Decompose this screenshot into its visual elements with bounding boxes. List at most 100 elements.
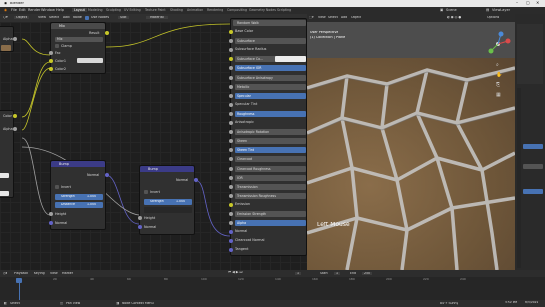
bsdf-input-socket[interactable] bbox=[229, 230, 233, 235]
tab-compositing[interactable]: Compositing bbox=[227, 8, 247, 12]
blender-menu-icon[interactable]: ◉ bbox=[4, 8, 7, 12]
bump1-normal-in-socket[interactable] bbox=[49, 221, 53, 225]
viewport-options[interactable]: Options bbox=[487, 16, 499, 19]
bump-node-1[interactable]: Bump Normal Invert Strength 1.000 Distan… bbox=[49, 160, 109, 230]
bump-node-2[interactable]: Bump Normal Invert Strength 1.000 Height… bbox=[138, 165, 198, 235]
bsdf-input-row[interactable]: Sheen bbox=[235, 138, 306, 145]
material-selector[interactable]: Material bbox=[146, 16, 168, 20]
bsdf-input-row[interactable]: Anisotropic Rotation bbox=[235, 129, 306, 136]
tab-uv-editing[interactable]: UV Editing bbox=[124, 8, 141, 12]
outliner-region[interactable] bbox=[517, 24, 543, 84]
tab-geometry-nodes[interactable]: Geometry Nodes bbox=[249, 8, 276, 12]
bsdf-input-socket[interactable] bbox=[229, 57, 233, 62]
close-icon[interactable]: ✕ bbox=[536, 1, 539, 5]
bsdf-input-socket[interactable] bbox=[229, 84, 233, 89]
maximize-icon[interactable]: ▢ bbox=[526, 1, 530, 5]
mix-result-socket[interactable] bbox=[105, 31, 109, 35]
viewport-menu-select[interactable]: Select bbox=[328, 16, 338, 19]
bsdf-input-row[interactable]: Specular Tint bbox=[235, 102, 257, 106]
bsdf-input-row[interactable]: IOR bbox=[235, 174, 306, 181]
menu-help[interactable]: Help bbox=[56, 8, 64, 12]
timeline-menu-marker[interactable]: Marker bbox=[62, 272, 73, 275]
bsdf-input-row[interactable]: Subsurface Radius bbox=[235, 47, 266, 51]
bsdf-input-row[interactable]: Transmission Roughness bbox=[235, 192, 306, 199]
material-property-blue[interactable] bbox=[523, 189, 543, 194]
bump2-strength-slider[interactable]: Strength 1.000 bbox=[144, 199, 192, 205]
bsdf-input-socket[interactable] bbox=[229, 221, 233, 226]
timeline-menu-view[interactable]: View bbox=[50, 272, 58, 275]
bsdf-input-socket[interactable] bbox=[229, 93, 233, 98]
bump1-strength-slider[interactable]: Strength 1.000 bbox=[55, 194, 103, 200]
tab-modeling[interactable]: Modeling bbox=[88, 8, 103, 12]
bsdf-input-row[interactable]: Roughness bbox=[235, 110, 306, 117]
bsdf-input-row[interactable]: Base Color bbox=[235, 29, 253, 33]
playback-controls[interactable]: ⏮ ◀ ▶ ⏭ bbox=[228, 271, 243, 274]
bump1-distance-slider[interactable]: Distance 1.000 bbox=[55, 202, 103, 208]
menu-render[interactable]: Render bbox=[28, 8, 40, 12]
white-swatch-2[interactable] bbox=[0, 191, 9, 196]
properties-tabs[interactable] bbox=[517, 88, 521, 268]
bsdf-input-row[interactable]: Subsurface bbox=[235, 38, 306, 45]
bump2-normal-out-socket[interactable] bbox=[194, 178, 198, 182]
bsdf-input-socket[interactable] bbox=[229, 75, 233, 80]
bsdf-input-socket[interactable] bbox=[229, 102, 233, 107]
timeline-editor[interactable]: ◷▾ Playback Keying View Marker ⏮ ◀ ▶ ⏭ 1… bbox=[0, 270, 545, 300]
color-swatch[interactable] bbox=[1, 45, 11, 51]
menu-select[interactable]: Select bbox=[49, 16, 59, 19]
scene-name[interactable]: Scene bbox=[446, 8, 457, 12]
texture-node-partial-1[interactable]: Alpha bbox=[0, 26, 17, 52]
viewport-editor-icon[interactable]: ⬚▾ bbox=[309, 16, 314, 19]
color2-socket[interactable] bbox=[49, 67, 53, 71]
principled-bsdf-node[interactable]: Random Walk Base Color Subsurface Subsurfa… bbox=[229, 18, 307, 256]
alpha-socket-2[interactable] bbox=[13, 127, 17, 131]
bump2-distance-field[interactable] bbox=[144, 207, 192, 213]
menu-edit[interactable]: Edit bbox=[19, 8, 26, 12]
bsdf-input-row[interactable]: Emission Strength bbox=[235, 211, 306, 217]
bsdf-input-socket[interactable] bbox=[229, 175, 233, 180]
use-nodes-checkbox[interactable] bbox=[85, 16, 89, 20]
timeline-menu-keying[interactable]: Keying bbox=[34, 272, 45, 275]
timeline-menu-playback[interactable]: Playback bbox=[14, 272, 28, 275]
bsdf-input-socket[interactable] bbox=[229, 30, 233, 34]
alpha-socket[interactable] bbox=[13, 37, 17, 41]
bsdf-input-socket[interactable] bbox=[229, 111, 233, 116]
tab-rendering[interactable]: Rendering bbox=[207, 8, 223, 12]
bsdf-input-row[interactable]: Subsurface IOR bbox=[235, 65, 306, 72]
slot-dropdown[interactable]: Slot bbox=[118, 16, 129, 20]
bsdf-input-row[interactable]: Emission bbox=[235, 202, 250, 206]
bsdf-input-row[interactable]: Subsurface Anisotropy bbox=[235, 74, 306, 81]
zoom-icon[interactable]: ⌕ bbox=[496, 62, 499, 68]
bsdf-input-row[interactable]: Alpha bbox=[235, 220, 306, 227]
bsdf-input-row[interactable]: Clearcoat Roughness bbox=[235, 165, 306, 172]
tab-layout[interactable]: Layout bbox=[72, 8, 87, 12]
clamp-checkbox[interactable] bbox=[55, 44, 59, 48]
menu-file[interactable]: File bbox=[11, 8, 17, 12]
bump-node-2-header[interactable]: Bump bbox=[140, 166, 194, 172]
subsurface-method-dropdown[interactable]: Random Walk bbox=[233, 20, 306, 26]
editor-type-icon[interactable]: ⬡▾ bbox=[3, 16, 8, 19]
bump2-height-socket[interactable] bbox=[138, 216, 142, 220]
bsdf-input-row[interactable]: Transmission bbox=[235, 183, 306, 190]
white-swatch[interactable] bbox=[0, 173, 9, 178]
perspective-grid-icon[interactable]: ▦ bbox=[496, 92, 501, 98]
tab-scripting[interactable]: Scripting bbox=[277, 8, 291, 12]
current-frame-field[interactable]: 1 bbox=[295, 271, 302, 275]
bsdf-input-socket[interactable] bbox=[229, 66, 233, 71]
bsdf-input-row[interactable]: Sheen Tint bbox=[235, 147, 306, 154]
menu-add[interactable]: Add bbox=[63, 16, 70, 19]
mix-node[interactable]: Mix Result Mix Clamp Fac Color1 Color2 bbox=[49, 22, 109, 74]
tab-texture-paint[interactable]: Texture Paint bbox=[145, 8, 166, 12]
mix-node-header[interactable]: Mix bbox=[51, 23, 105, 29]
viewport-menu-view[interactable]: View bbox=[318, 16, 326, 19]
bsdf-input-socket[interactable] bbox=[229, 48, 233, 53]
timeline-ruler[interactable]: 020406080100120140160180200220240 bbox=[0, 278, 500, 284]
weather-widget[interactable]: 84°F Sunny bbox=[440, 302, 458, 305]
texture-node-partial-2[interactable]: Color Alpha bbox=[0, 110, 17, 198]
shader-type-dropdown[interactable]: Object bbox=[14, 16, 30, 20]
navigation-gizmo[interactable] bbox=[485, 31, 511, 57]
menu-view[interactable]: View bbox=[38, 16, 46, 19]
menu-node[interactable]: Node bbox=[73, 16, 82, 19]
bump-node-1-header[interactable]: Bump bbox=[51, 161, 105, 167]
bsdf-input-socket[interactable] bbox=[229, 121, 233, 125]
bsdf-input-socket[interactable] bbox=[229, 139, 233, 144]
